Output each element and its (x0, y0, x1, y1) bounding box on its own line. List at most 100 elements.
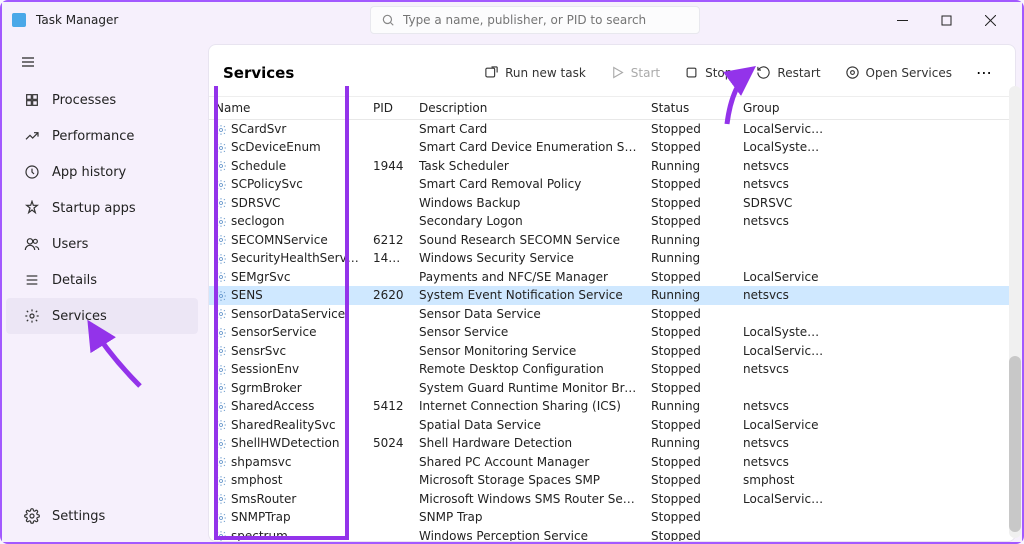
sidebar-item-processes[interactable]: Processes (6, 82, 198, 118)
table-row[interactable]: SharedRealitySvcSpatial Data ServiceStop… (209, 416, 1015, 435)
more-button[interactable]: ⋯ (968, 59, 1001, 86)
cell-name: Schedule (209, 157, 367, 176)
cell-pid (367, 120, 413, 139)
cell-name: ScDeviceEnum (209, 138, 367, 157)
cell-pid (367, 342, 413, 361)
cell-group (737, 305, 833, 324)
table-row[interactable]: SensorServiceSensor ServiceStoppedLocalS… (209, 323, 1015, 342)
sidebar-item-services[interactable]: Services (6, 298, 198, 334)
stop-button[interactable]: Stop (676, 61, 740, 84)
cell-pid (367, 527, 413, 542)
cell-pid (367, 471, 413, 490)
hamburger-button[interactable] (2, 46, 202, 82)
service-gear-icon (215, 234, 227, 246)
table-row[interactable]: seclogonSecondary LogonStoppednetsvcs (209, 212, 1015, 231)
col-description[interactable]: Description (413, 97, 645, 120)
sidebar-item-settings[interactable]: Settings (6, 498, 198, 534)
table-row[interactable]: ScDeviceEnumSmart Card Device Enumeratio… (209, 138, 1015, 157)
cell-name: SensorService (209, 323, 367, 342)
service-gear-icon (215, 493, 227, 505)
service-gear-icon (215, 124, 227, 136)
sidebar-item-label: Details (52, 273, 97, 288)
service-gear-icon (215, 271, 227, 283)
cell-group: netsvcs (737, 212, 833, 231)
cell-name: SecurityHealthService (209, 249, 367, 268)
service-gear-icon (215, 475, 227, 487)
titlebar: Task Manager (2, 2, 1022, 38)
service-gear-icon (215, 160, 227, 172)
restart-button[interactable]: Restart (748, 61, 828, 84)
col-pid[interactable]: PID (367, 97, 413, 120)
cell-name: SmsRouter (209, 490, 367, 509)
cell-pid (367, 379, 413, 398)
history-icon (24, 164, 40, 180)
services-table-wrap[interactable]: Name PID Description Status Group SCardS… (209, 97, 1015, 541)
cell-pid (367, 360, 413, 379)
startup-icon (24, 200, 40, 216)
page-heading: Services (223, 64, 468, 82)
table-row[interactable]: SecurityHealthService14824Windows Securi… (209, 249, 1015, 268)
cell-description: Sound Research SECOMN Service (413, 231, 645, 250)
sidebar-item-history[interactable]: App history (6, 154, 198, 190)
table-row[interactable]: SCardSvrSmart CardStoppedLocalService... (209, 120, 1015, 139)
table-row[interactable]: SENS2620System Event Notification Servic… (209, 286, 1015, 305)
cell-status: Stopped (645, 416, 737, 435)
services-icon (24, 308, 40, 324)
sidebar-item-details[interactable]: Details (6, 262, 198, 298)
table-row[interactable]: SDRSVCWindows BackupStoppedSDRSVC (209, 194, 1015, 213)
close-button[interactable] (968, 5, 1012, 35)
service-gear-icon (215, 382, 227, 394)
cell-pid (367, 490, 413, 509)
cell-status: Stopped (645, 305, 737, 324)
table-row[interactable]: SharedAccess5412Internet Connection Shar… (209, 397, 1015, 416)
sidebar-item-startup[interactable]: Startup apps (6, 190, 198, 226)
table-row[interactable]: Schedule1944Task SchedulerRunningnetsvcs (209, 157, 1015, 176)
minimize-button[interactable] (880, 5, 924, 35)
table-row[interactable]: SCPolicySvcSmart Card Removal PolicyStop… (209, 175, 1015, 194)
cell-name: SENS (209, 286, 367, 305)
cell-group: LocalService (737, 268, 833, 287)
cell-name: SECOMNService (209, 231, 367, 250)
cell-pid: 5412 (367, 397, 413, 416)
cell-status: Stopped (645, 508, 737, 527)
cell-name: shpamsvc (209, 453, 367, 472)
cell-description: System Guard Runtime Monitor Broker (413, 379, 645, 398)
sidebar-item-label: Startup apps (52, 201, 136, 216)
col-status[interactable]: Status (645, 97, 737, 120)
run-new-task-button[interactable]: Run new task (476, 61, 594, 84)
cell-description: System Event Notification Service (413, 286, 645, 305)
cell-group: netsvcs (737, 360, 833, 379)
table-row[interactable]: SessionEnvRemote Desktop ConfigurationSt… (209, 360, 1015, 379)
table-row[interactable]: SgrmBrokerSystem Guard Runtime Monitor B… (209, 379, 1015, 398)
table-row[interactable]: SensorDataServiceSensor Data ServiceStop… (209, 305, 1015, 324)
table-row[interactable]: SensrSvcSensor Monitoring ServiceStopped… (209, 342, 1015, 361)
open-services-button[interactable]: Open Services (837, 61, 960, 84)
cell-status: Running (645, 397, 737, 416)
table-row[interactable]: shpamsvcShared PC Account ManagerStopped… (209, 453, 1015, 472)
sidebar-item-performance[interactable]: Performance (6, 118, 198, 154)
search-box[interactable] (370, 6, 700, 34)
col-group[interactable]: Group (737, 97, 833, 120)
play-icon (610, 65, 625, 80)
table-row[interactable]: SEMgrSvcPayments and NFC/SE ManagerStopp… (209, 268, 1015, 287)
sidebar-item-users[interactable]: Users (6, 226, 198, 262)
table-row[interactable]: spectrumWindows Perception ServiceStoppe… (209, 527, 1015, 542)
table-row[interactable]: ShellHWDetection5024Shell Hardware Detec… (209, 434, 1015, 453)
search-input[interactable] (403, 13, 689, 27)
start-button[interactable]: Start (602, 61, 668, 84)
service-gear-icon (215, 253, 227, 265)
table-row[interactable]: smphostMicrosoft Storage Spaces SMPStopp… (209, 471, 1015, 490)
maximize-button[interactable] (924, 5, 968, 35)
table-row[interactable]: SmsRouterMicrosoft Windows SMS Router Se… (209, 490, 1015, 509)
cell-name: SensrSvc (209, 342, 367, 361)
table-row[interactable]: SECOMNService6212Sound Research SECOMN S… (209, 231, 1015, 250)
cell-pid (367, 212, 413, 231)
cell-status: Stopped (645, 120, 737, 139)
col-name[interactable]: Name (209, 97, 367, 120)
cell-description: Windows Security Service (413, 249, 645, 268)
cell-pid (367, 323, 413, 342)
cell-group (737, 508, 833, 527)
scrollbar-thumb[interactable] (1009, 356, 1021, 532)
cell-name: seclogon (209, 212, 367, 231)
table-row[interactable]: SNMPTrapSNMP TrapStopped (209, 508, 1015, 527)
